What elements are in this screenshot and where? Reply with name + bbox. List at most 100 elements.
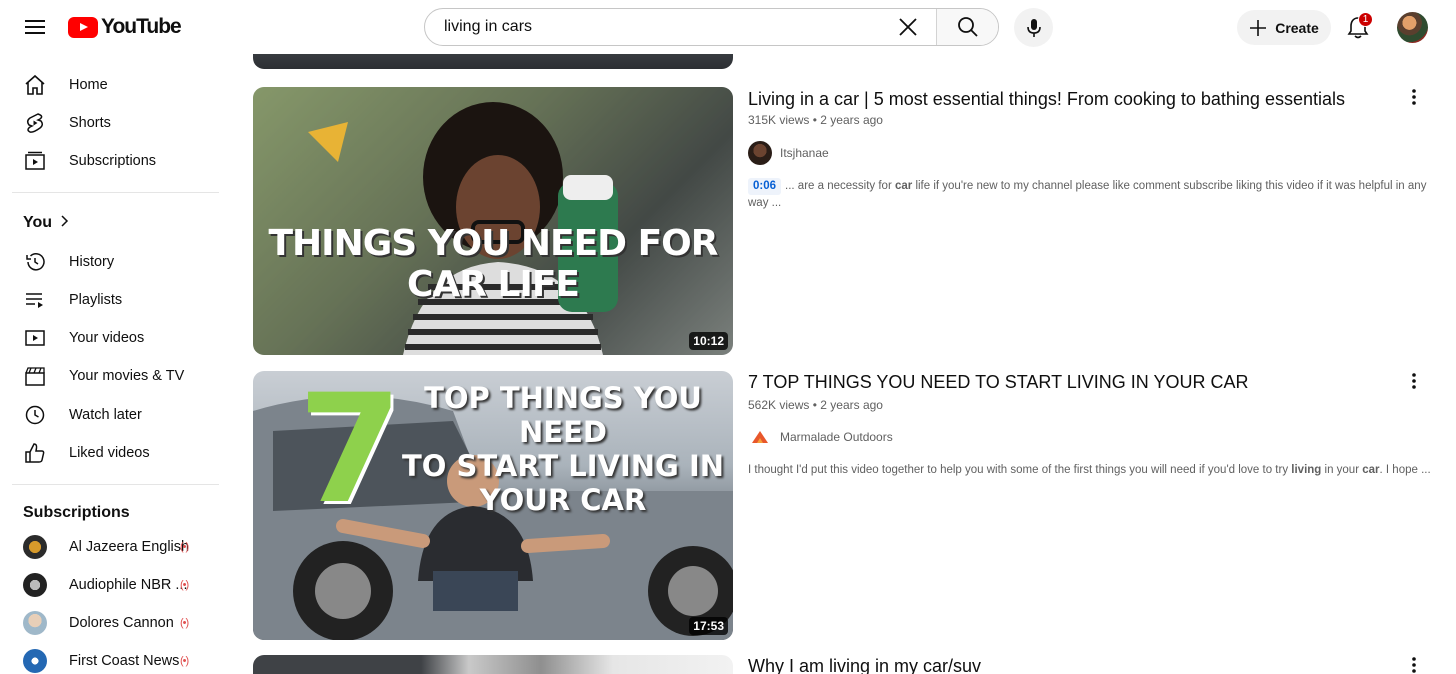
sidebar-item-liked-videos[interactable]: Liked videos xyxy=(12,434,220,472)
clock-icon xyxy=(23,403,47,427)
video-snippet: 0:06... are a necessity for car life if … xyxy=(748,178,1434,212)
you-title: You xyxy=(23,214,53,231)
home-icon xyxy=(23,73,47,97)
channel-avatar xyxy=(23,573,47,597)
video-title[interactable]: Why I am living in my car/suv xyxy=(748,656,981,674)
your-videos-icon xyxy=(23,326,47,350)
snippet-highlight: car xyxy=(1362,464,1380,476)
more-options-icon[interactable] xyxy=(1404,369,1424,393)
thumbnail-scene xyxy=(253,87,733,355)
sidebar-item-label: Home xyxy=(69,77,108,93)
video-thumbnail[interactable]: THINGS YOU NEED FOR CAR LIFE 10:12 xyxy=(253,87,733,355)
live-icon: (•) xyxy=(180,655,189,667)
channel-avatar xyxy=(23,535,47,559)
sidebar-divider xyxy=(12,484,219,485)
channel-link[interactable]: Marmalade Outdoors xyxy=(748,425,893,449)
snippet-highlight: car xyxy=(894,180,913,192)
search-bar xyxy=(424,8,999,46)
sidebar-item-label: First Coast News xyxy=(69,653,180,669)
view-count: 315K views xyxy=(748,113,810,127)
notification-count-badge: 1 xyxy=(1358,12,1373,27)
top-bar: YouTube Create 1 xyxy=(0,0,1456,54)
history-icon xyxy=(23,250,47,274)
video-thumbnail[interactable]: 7 TOP THINGS YOU NEED TO START LIVING IN… xyxy=(253,371,733,640)
search-icon xyxy=(957,17,978,37)
sidebar-item-label: History xyxy=(69,254,115,270)
youtube-play-icon xyxy=(68,16,98,38)
sidebar-sub-al-jazeera[interactable]: Al Jazeera English (•) xyxy=(12,528,220,566)
sidebar-item-label: Liked videos xyxy=(69,445,150,461)
video-snippet: I thought I'd put this video together to… xyxy=(748,462,1434,479)
sidebar-item-label: Subscriptions xyxy=(69,153,157,169)
live-icon: (•) xyxy=(180,541,189,553)
snippet-text: ... are a necessity for xyxy=(785,180,895,192)
sidebar-sub-dolores[interactable]: Dolores Cannon (•) xyxy=(12,604,220,642)
account-avatar[interactable] xyxy=(1397,12,1428,43)
timestamp-chip[interactable]: 0:06 xyxy=(748,178,782,195)
upload-age: 2 years ago xyxy=(820,113,883,127)
sidebar-item-label: Al Jazeera English xyxy=(69,539,190,555)
live-icon: (•) xyxy=(180,617,189,629)
sidebar-item-label: Audiophile NBR ... xyxy=(69,577,188,593)
sidebar-item-label: Your videos xyxy=(69,330,145,346)
snippet-highlight: living xyxy=(1291,464,1322,476)
channel-name: Itsjhanae xyxy=(780,146,829,160)
sidebar-sub-first-coast[interactable]: First Coast News (•) xyxy=(12,642,220,674)
youtube-logo[interactable]: YouTube xyxy=(68,15,182,39)
sidebar-item-label: Watch later xyxy=(69,407,142,423)
video-meta: 315K views • 2 years ago xyxy=(748,113,883,127)
subscriptions-title: Subscriptions xyxy=(23,504,130,521)
sidebar-item-label: Shorts xyxy=(69,115,111,131)
chevron-right-icon xyxy=(59,214,69,232)
thumbnail-text: THINGS YOU NEED FOR CAR LIFE xyxy=(268,223,718,305)
voice-search-button[interactable] xyxy=(1014,8,1053,47)
logo-text: YouTube xyxy=(101,15,182,38)
hamburger-menu-icon[interactable] xyxy=(20,12,50,42)
view-count: 562K views xyxy=(748,398,810,412)
thumbnail-text-line: TOP THINGS YOU NEED xyxy=(424,381,702,449)
channel-avatar xyxy=(23,649,47,673)
sidebar-sub-audiophile[interactable]: Audiophile NBR ... (•) xyxy=(12,566,220,604)
channel-avatar xyxy=(748,141,772,165)
movies-icon xyxy=(23,364,47,388)
video-title[interactable]: 7 TOP THINGS YOU NEED TO START LIVING IN… xyxy=(748,372,1248,393)
channel-avatar xyxy=(23,611,47,635)
subscriptions-icon xyxy=(23,149,47,173)
sidebar-item-label: Your movies & TV xyxy=(69,368,185,384)
channel-name: Marmalade Outdoors xyxy=(780,430,893,444)
sidebar-item-home[interactable]: Home xyxy=(12,66,220,104)
video-duration: 10:12 xyxy=(689,332,728,350)
search-button[interactable] xyxy=(936,9,998,45)
search-input[interactable] xyxy=(425,9,892,45)
channel-link[interactable]: Itsjhanae xyxy=(748,141,829,165)
playlists-icon xyxy=(23,288,47,312)
clear-search-icon[interactable] xyxy=(892,9,924,45)
video-thumbnail[interactable] xyxy=(253,655,733,674)
video-title[interactable]: Living in a car | 5 most essential thing… xyxy=(748,89,1345,110)
upload-age: 2 years ago xyxy=(820,398,883,412)
sidebar-item-your-videos[interactable]: Your videos xyxy=(12,319,220,357)
video-duration: 17:53 xyxy=(689,617,728,635)
sidebar-item-playlists[interactable]: Playlists xyxy=(12,281,220,319)
sidebar: Home Shorts Subscriptions You History Pl… xyxy=(0,54,232,674)
video-meta: 562K views • 2 years ago xyxy=(748,398,883,412)
sidebar-divider xyxy=(12,192,219,193)
thumbnail-number: 7 xyxy=(298,371,403,537)
sidebar-item-subscriptions[interactable]: Subscriptions xyxy=(12,142,220,180)
more-options-icon[interactable] xyxy=(1404,653,1424,674)
sidebar-item-movies-tv[interactable]: Your movies & TV xyxy=(12,357,220,395)
sidebar-item-watch-later[interactable]: Watch later xyxy=(12,396,220,434)
more-options-icon[interactable] xyxy=(1404,85,1424,109)
thumbnail-text-line: YOUR CAR xyxy=(479,483,647,517)
channel-avatar xyxy=(748,425,772,449)
create-label: Create xyxy=(1275,19,1319,36)
sidebar-item-history[interactable]: History xyxy=(12,243,220,281)
thumbnail-text: TOP THINGS YOU NEED TO START LIVING IN Y… xyxy=(393,381,733,517)
sidebar-item-shorts[interactable]: Shorts xyxy=(12,104,220,142)
snippet-text: . I hope ... xyxy=(1379,464,1431,476)
thumbnail-text-line: TO START LIVING IN xyxy=(401,449,725,483)
sidebar-item-label: Playlists xyxy=(69,292,123,308)
thumbs-up-icon xyxy=(23,441,47,465)
sidebar-you-header[interactable]: You xyxy=(12,204,220,242)
create-button[interactable]: Create xyxy=(1237,10,1331,45)
